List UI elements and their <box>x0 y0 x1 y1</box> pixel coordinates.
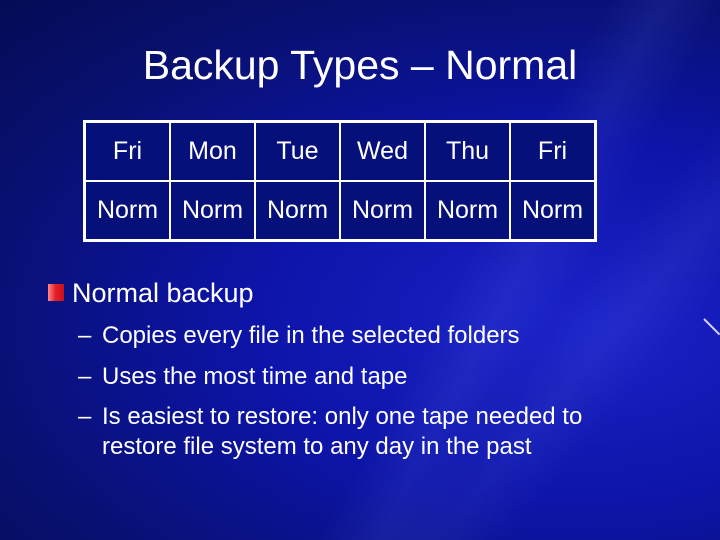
table-row-backup-types: Norm Norm Norm Norm Norm Norm <box>83 180 597 242</box>
sub-bullet: – Uses the most time and tape <box>78 362 407 392</box>
decorative-light-streak <box>703 318 720 336</box>
backup-type-cell: Norm <box>509 180 597 242</box>
sub-bullet: – Is easiest to restore: only one tape ne… <box>78 402 582 462</box>
backup-type-cell: Norm <box>83 180 171 242</box>
backup-type-cell: Norm <box>339 180 426 242</box>
sub-bullet-text: Copies every file in the selected folder… <box>102 322 520 349</box>
dash-icon: – <box>78 403 92 430</box>
table-row-days: Fri Mon Tue Wed Thu Fri <box>83 120 597 182</box>
slide-title: Backup Types – Normal <box>142 42 578 88</box>
day-cell: Thu <box>424 120 511 182</box>
sub-bullet: – Copies every file in the selected folde… <box>78 321 520 351</box>
main-bullet-text: Normal backup <box>72 278 254 308</box>
dash-icon: – <box>78 322 92 349</box>
day-cell: Fri <box>509 120 597 182</box>
day-cell: Fri <box>83 120 171 182</box>
dash-icon: – <box>78 363 92 390</box>
red-square-bullet-icon <box>48 284 64 301</box>
backup-type-cell: Norm <box>424 180 511 242</box>
backup-type-cell: Norm <box>169 180 256 242</box>
day-cell: Tue <box>254 120 341 182</box>
sub-bullet-text: Uses the most time and tape <box>102 363 408 390</box>
sub-bullet-text: Is easiest to restore: only one tape nee… <box>102 403 583 430</box>
backup-schedule-table: Fri Mon Tue Wed Thu Fri Norm Norm Norm N… <box>83 120 597 242</box>
day-cell: Mon <box>169 120 256 182</box>
backup-type-cell: Norm <box>254 180 341 242</box>
day-cell: Wed <box>339 120 426 182</box>
sub-bullet-continuation: restore file system to any day in the pa… <box>102 433 532 460</box>
